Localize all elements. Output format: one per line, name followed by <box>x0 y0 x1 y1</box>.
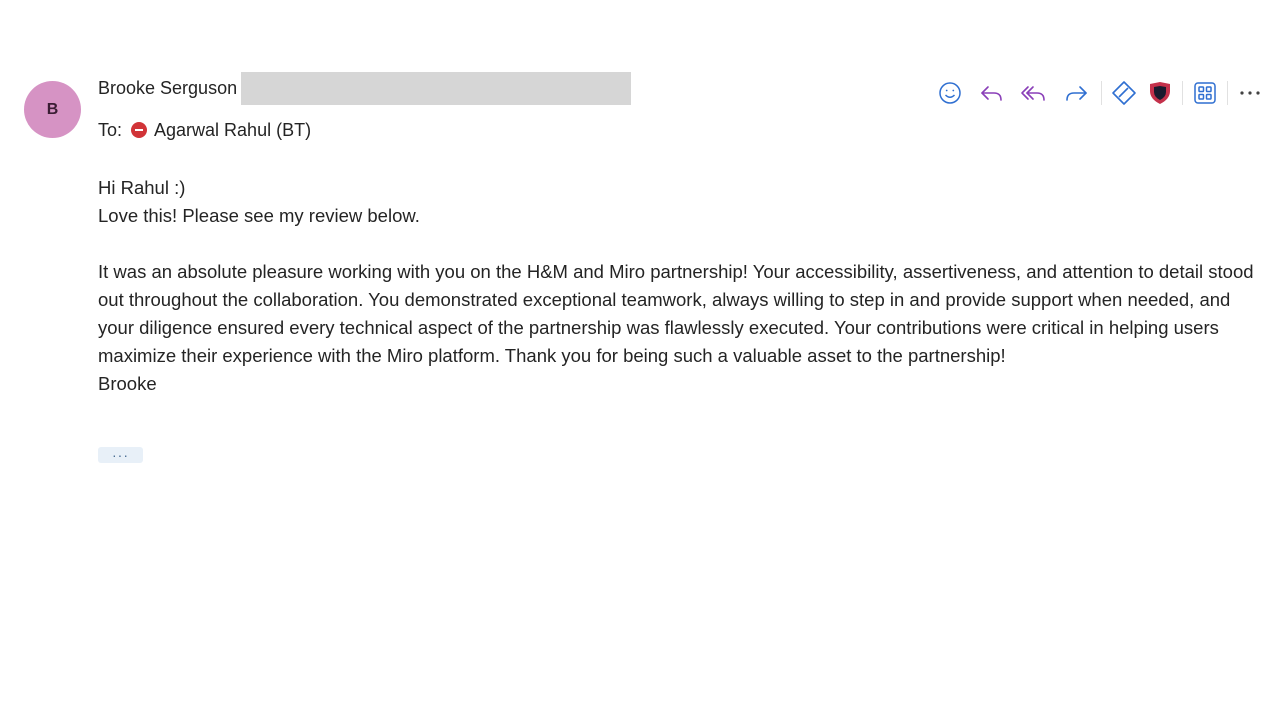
avatar[interactable]: B <box>24 81 81 138</box>
message-toolbar <box>929 78 1268 108</box>
shield-icon <box>1150 82 1170 104</box>
sender-name[interactable]: Brooke Serguson <box>98 78 237 99</box>
reply-all-button[interactable] <box>1013 78 1055 108</box>
review-paragraph: It was an absolute pleasure working with… <box>98 261 1254 366</box>
message-body: Hi Rahul :) Love this! Please see my rev… <box>98 174 1258 398</box>
security-addin-button[interactable] <box>1142 78 1178 108</box>
emoji-icon <box>939 82 961 104</box>
sender-row: Brooke Serguson <box>98 72 632 105</box>
avatar-initial: B <box>46 100 59 118</box>
more-actions-button[interactable] <box>1232 78 1268 108</box>
apps-icon <box>1194 82 1216 104</box>
greeting-line: Hi Rahul :) <box>98 177 186 198</box>
more-icon <box>1240 91 1260 95</box>
blocked-icon <box>131 122 148 138</box>
reply-icon <box>981 86 1002 101</box>
recipients-row: To: Agarwal Rahul (BT) <box>98 117 311 143</box>
diamond-addin-button[interactable] <box>1106 78 1142 108</box>
toolbar-divider <box>1101 81 1102 105</box>
intro-line: Love this! Please see my review below. <box>98 205 420 226</box>
diamond-icon <box>1112 81 1136 105</box>
redacted-email-block <box>241 72 632 105</box>
recipient-name[interactable]: Agarwal Rahul (BT) <box>154 120 311 141</box>
show-more-button[interactable]: ··· <box>98 447 143 463</box>
apps-button[interactable] <box>1187 78 1223 108</box>
react-button[interactable] <box>929 78 971 108</box>
reply-button[interactable] <box>971 78 1013 108</box>
reply-all-icon <box>1021 86 1045 101</box>
forward-button[interactable] <box>1055 78 1097 108</box>
to-label: To: <box>98 119 123 140</box>
toolbar-divider <box>1227 81 1228 105</box>
toolbar-divider <box>1182 81 1183 105</box>
forward-icon <box>1066 86 1087 101</box>
signature-line: Brooke <box>98 373 157 394</box>
